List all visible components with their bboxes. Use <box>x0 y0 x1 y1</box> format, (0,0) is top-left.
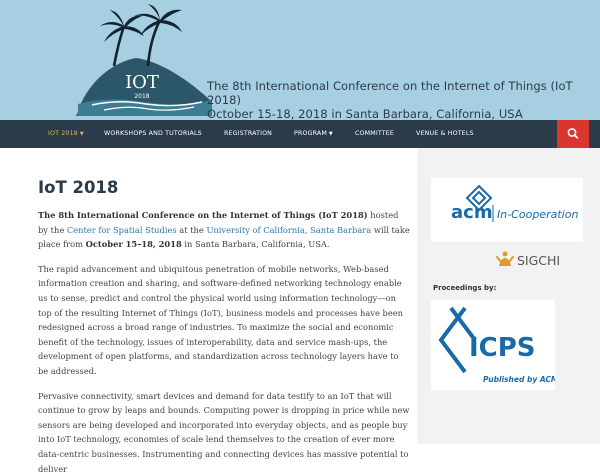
iot-2018-logo[interactable]: IOT 2018 <box>70 4 220 118</box>
body-paragraph-1: The rapid advancement and ubiquitous pen… <box>38 263 404 376</box>
in-cooperation-text: In-Cooperation <box>497 208 578 221</box>
main-nav: IOT 2018 ▼ WORKSHOPS AND TUTORIALS REGIST… <box>0 120 600 148</box>
page-title: IoT 2018 <box>38 178 119 197</box>
sigchi-logo[interactable]: SIGCHI <box>495 248 575 274</box>
nav-item-iot-2018[interactable]: IOT 2018 ▼ <box>48 120 84 148</box>
main-content: IoT 2018 The 8th International Conferenc… <box>38 148 410 476</box>
conference-name: The 8th International Conference on the … <box>207 79 573 107</box>
conference-dates-bold: October 15–18, 2018 <box>85 239 182 250</box>
intro-paragraph: The 8th International Conference on the … <box>38 210 410 250</box>
icps-logo[interactable]: ICPS Published by ACM <box>431 300 559 390</box>
site-header-banner: IOT 2018 The 8th International Conferenc… <box>0 0 600 120</box>
nav-item-venue-hotels[interactable]: VENUE & HOTELS <box>416 120 474 148</box>
conference-name-bold: The 8th International Conference on the … <box>38 210 368 220</box>
chevron-down-icon: ▼ <box>79 131 84 137</box>
conference-title-block: The 8th International Conference on the … <box>207 79 600 120</box>
search-button[interactable] <box>557 120 589 148</box>
link-center-spatial-studies[interactable]: Center for Spatial Studies <box>67 225 177 235</box>
nav-item-committee[interactable]: COMMITTEE <box>355 120 394 148</box>
search-icon <box>567 128 579 139</box>
chevron-down-icon: ▼ <box>328 131 333 137</box>
logo-text: IOT <box>125 72 159 93</box>
logo-year: 2018 <box>134 93 149 100</box>
icps-tagline: Published by ACM <box>483 375 555 384</box>
body-paragraph-2: Pervasive connectivity, smart devices an… <box>38 390 410 474</box>
nav-item-program[interactable]: PROGRAM ▼ <box>294 120 333 148</box>
acm-text: acm <box>451 202 493 223</box>
nav-item-workshops[interactable]: WORKSHOPS AND TUTORIALS <box>104 120 202 148</box>
nav-item-registration[interactable]: REGISTRATION <box>224 120 272 148</box>
sidebar: acm In-Cooperation SIGCHI Proceedings by… <box>417 148 600 444</box>
sigchi-text: SIGCHI <box>517 253 560 268</box>
conference-date-location: October 15-18, 2018 in Santa Barbara, Ca… <box>207 107 523 120</box>
acm-in-cooperation-logo[interactable]: acm In-Cooperation <box>431 178 583 242</box>
proceedings-label: Proceedings by: <box>433 284 497 292</box>
icps-text: ICPS <box>469 333 536 363</box>
link-ucsb[interactable]: University of California, Santa Barbara <box>206 225 371 235</box>
